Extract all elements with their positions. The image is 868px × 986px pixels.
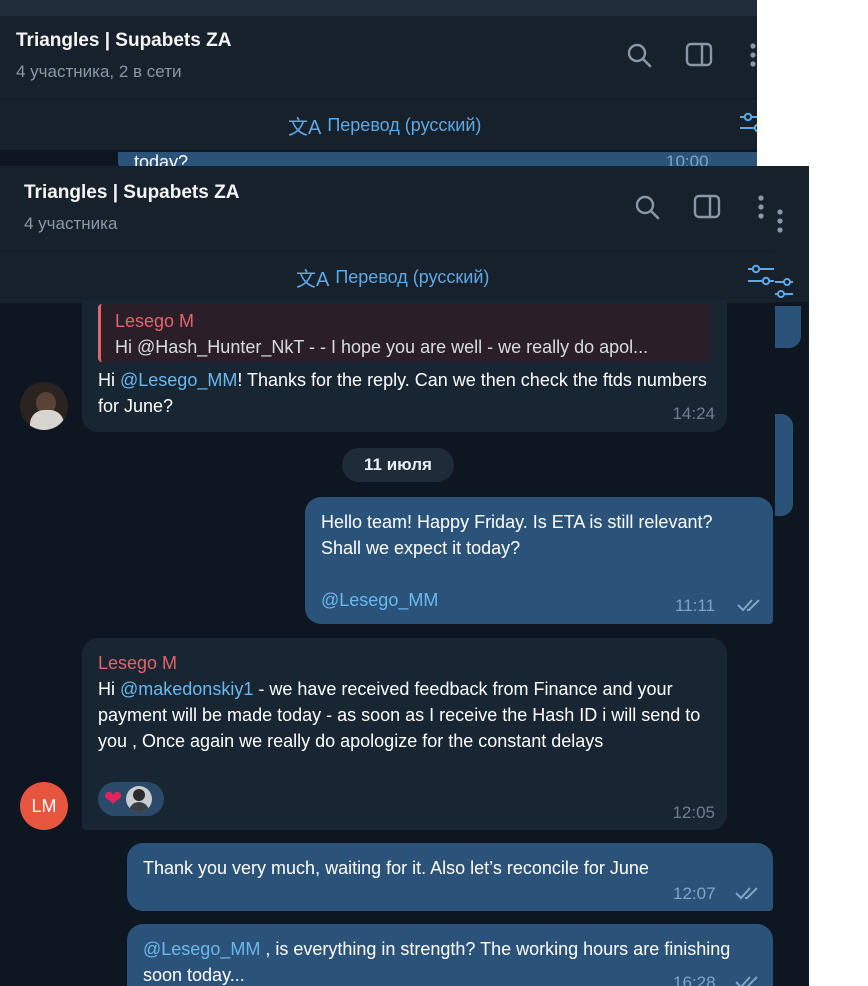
translate-settings-icon[interactable] [738,111,757,137]
chat-subtitle: 4 участника [24,214,118,233]
peek-time: 10:00 [666,152,709,166]
message-time: 14:24 [672,404,715,423]
more-vertical-icon [777,209,783,233]
message-bubble-outgoing[interactable]: Hello team! Happy Friday. Is ETA is stil… [305,497,773,624]
message-text: Thank you very much, waiting for it. Als… [143,858,649,878]
chat-window: Triangles | Supabets ZA 4 участника 文A П… [0,166,809,986]
background-window: Triangles | Supabets ZA 4 участника, 2 в… [0,0,757,166]
translate-settings-icon[interactable] [746,263,776,291]
search-icon[interactable] [624,40,654,70]
underlying-window-edge [775,166,809,986]
translate-icon: 文A [288,117,322,139]
translate-label: Перевод (русский) [335,267,490,287]
sender-name[interactable]: Lesego M [98,650,177,676]
message-text: Hello team! Happy Friday. Is ETA is stil… [321,512,713,558]
double-check-icon [737,599,760,612]
message-text: Hi @Lesego_MM! Thanks for the reply. Can… [98,370,707,416]
message-time: 16:28 [673,973,716,986]
sidebar-toggle-icon[interactable] [692,192,722,222]
message-bubble-outgoing[interactable]: Thank you very much, waiting for it. Als… [127,843,773,911]
chat-subtitle: 4 участника, 2 в сети [16,62,182,81]
double-check-icon [735,976,758,986]
message-text: @Lesego_MM , is everything in strength? … [143,939,731,985]
more-vertical-icon[interactable] [738,40,757,70]
more-vertical-icon[interactable] [746,192,776,222]
chat-title[interactable]: Triangles | Supabets ZA [24,182,239,204]
translate-button[interactable]: 文A Перевод (русский) [296,263,489,292]
double-check-icon [735,887,758,900]
message-time: 12:07 [673,884,716,903]
heart-reaction-icon[interactable]: ❤ [104,788,122,810]
chat-header: Triangles | Supabets ZA 4 участника [0,166,775,250]
translate-button[interactable]: 文A Перевод (русский) [288,111,481,140]
translate-bar[interactable]: 文A Перевод (русский) [0,250,775,303]
translate-settings-icon [775,278,793,298]
reply-quote[interactable]: Lesego M Hi @Hash_Hunter_NkT - - I hope … [98,304,711,362]
message-time: 12:05 [672,803,715,822]
mention-link[interactable]: @Lesego_MM [143,939,260,959]
avatar[interactable]: LM [20,782,68,830]
reply-sender: Lesego M [115,311,195,331]
translate-icon: 文A [296,269,330,291]
avatar[interactable] [20,382,68,430]
chat-area-peek: today? 10:00 [0,150,757,166]
reply-text: Hi @Hash_Hunter_NkT - - I hope you are w… [115,337,649,357]
message-bubble-incoming[interactable]: Lesego M Hi @Hash_Hunter_NkT - - I hope … [82,300,727,432]
reactions[interactable]: ❤ [98,782,164,816]
peek-text: today? [134,152,189,166]
mention-link[interactable]: @makedonskiy1 [120,679,253,699]
mention-link[interactable]: @Lesego_MM [120,370,237,390]
top-edge [0,0,757,16]
message-bubble-outgoing[interactable]: @Lesego_MM , is everything in strength? … [127,924,773,986]
chat-title[interactable]: Triangles | Supabets ZA [16,30,231,52]
sidebar-toggle-icon[interactable] [684,40,714,70]
message-text: Hi @makedonskiy1 - we have received feed… [98,679,701,751]
message-peek: today? 10:00 [118,152,757,166]
chat-header-back: Triangles | Supabets ZA 4 участника, 2 в… [0,16,757,98]
reactor-avatar [126,786,153,812]
translate-label: Перевод (русский) [327,115,482,135]
message-time: 11:11 [675,596,716,615]
translate-bar-back[interactable]: 文A Перевод (русский) [0,98,757,151]
search-icon[interactable] [632,192,662,222]
date-divider: 11 июля [342,448,454,482]
message-bubble-incoming[interactable]: Lesego M Hi @makedonskiy1 - we have rece… [82,638,727,830]
